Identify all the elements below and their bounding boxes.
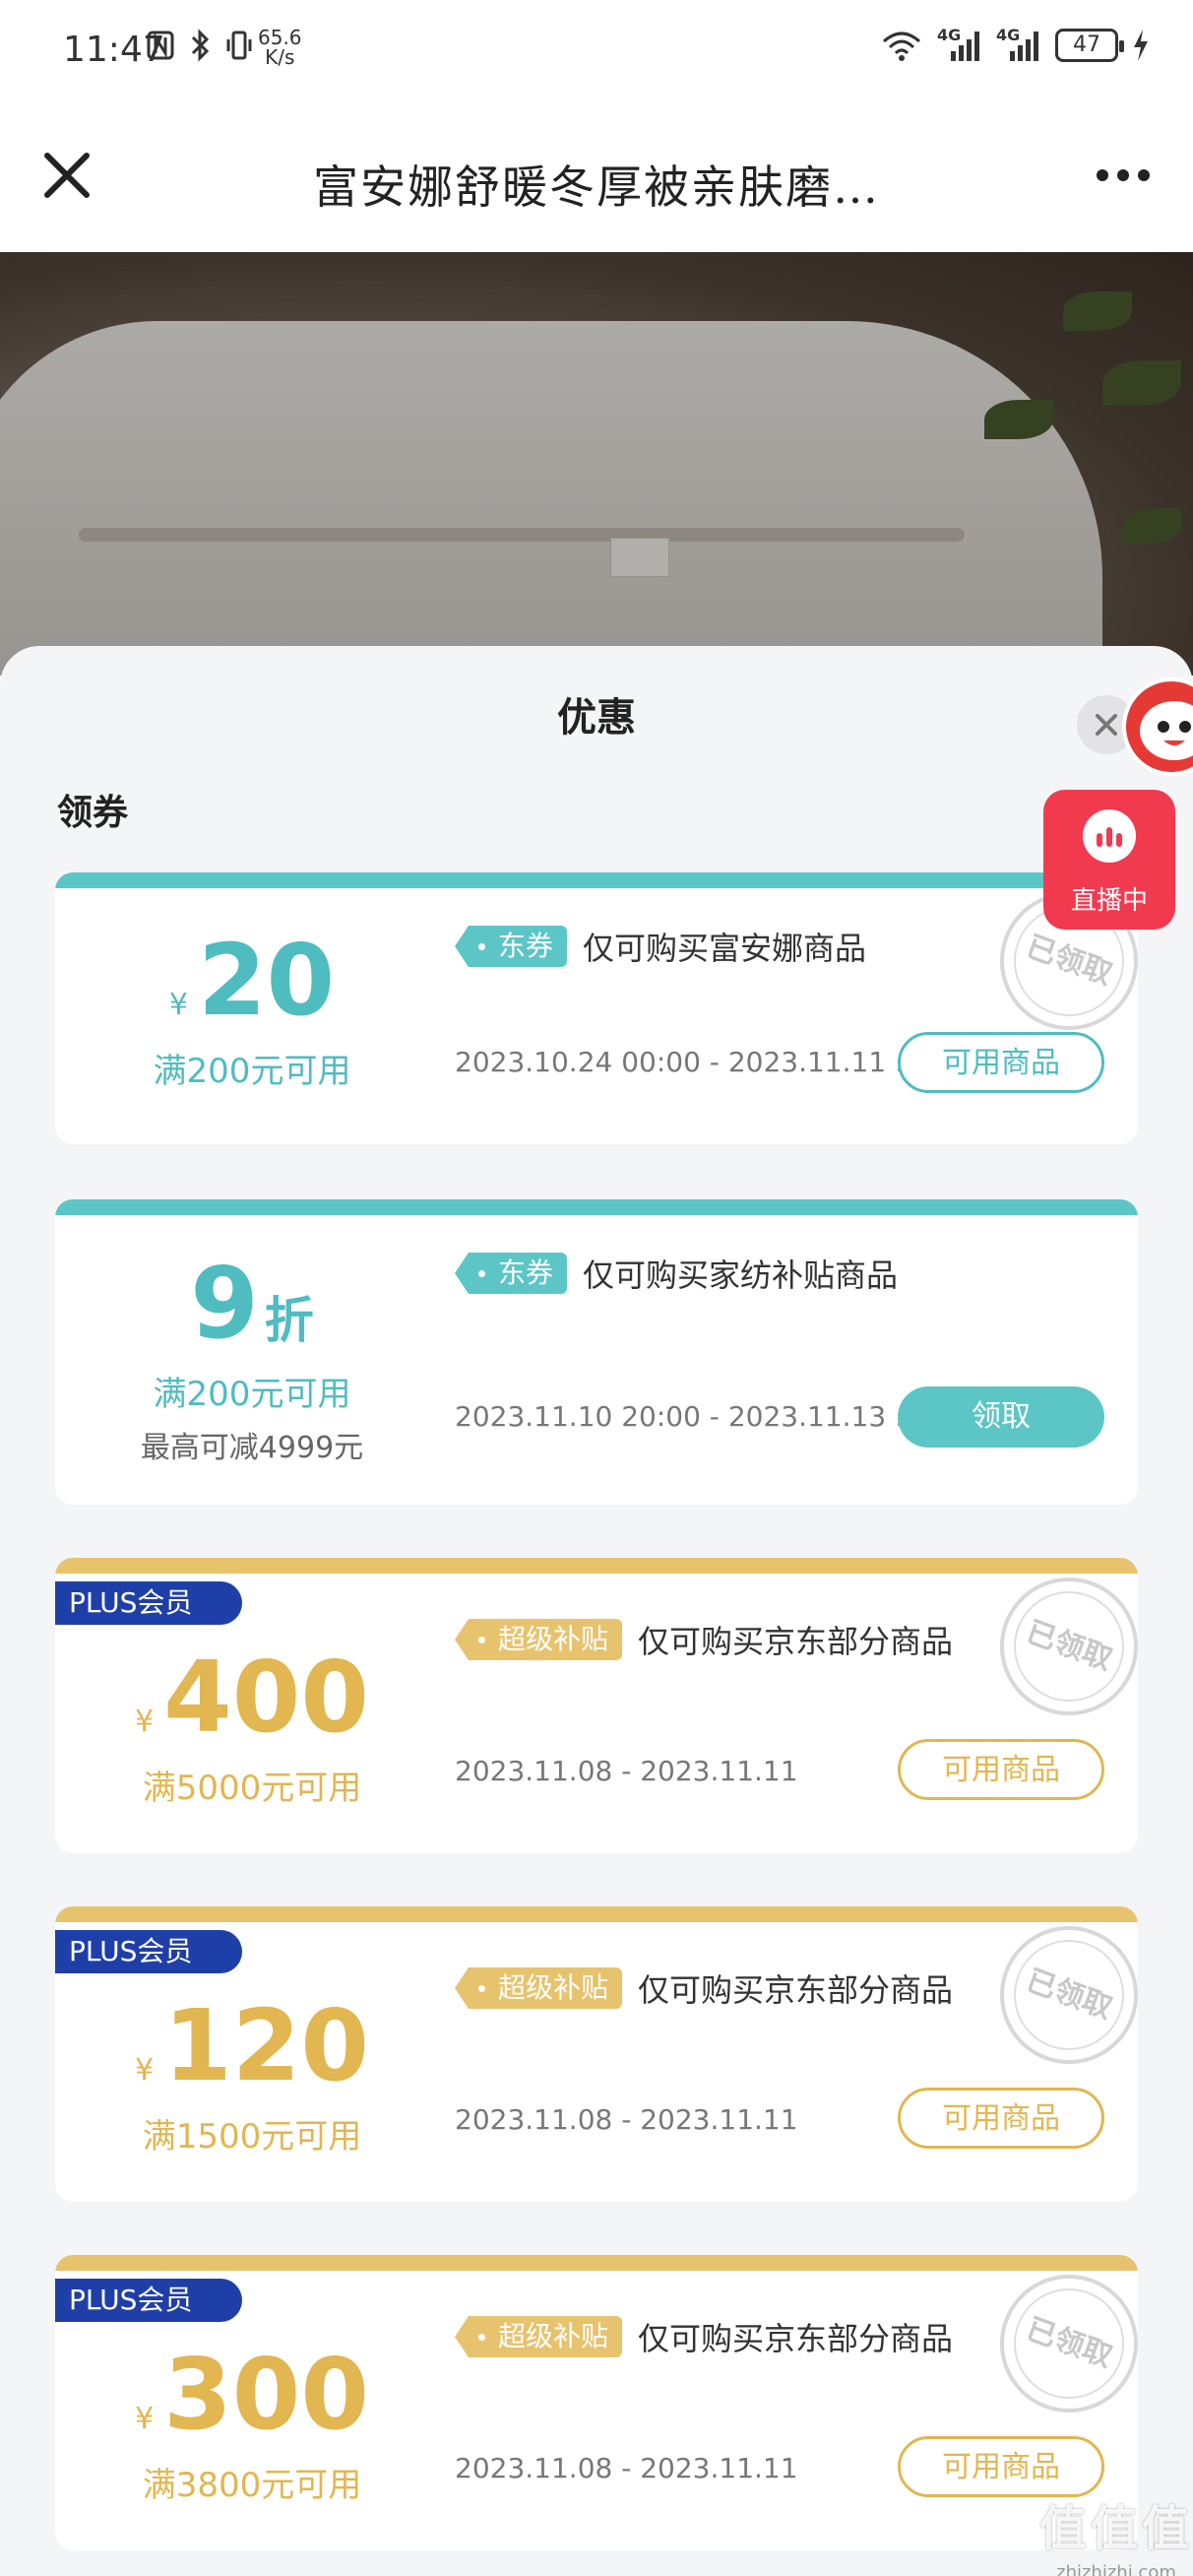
wifi-icon: [883, 32, 920, 61]
coupon-tag: 东券: [454, 1253, 568, 1294]
coupon-date: 2023.11.10 20:00 - 2023.11.13 23:59: [455, 1400, 927, 1433]
battery-icon: 47: [1055, 29, 1124, 62]
plus-member-badge: PLUS会员: [55, 2279, 242, 2322]
coupon-amount-area: ¥20 满200元可用: [55, 932, 449, 1092]
bluetooth-icon: [191, 29, 210, 62]
coupon-amount: 20: [197, 923, 336, 1038]
coupon-top-strip: [55, 1199, 1138, 1215]
live-streaming-button[interactable]: 直播中: [1043, 790, 1175, 930]
coupon-top-strip: [55, 872, 1138, 888]
coupon-card: PLUS会员 ¥120 满1500元可用 超级补贴 仅可购买京东部分商品 202…: [55, 1906, 1138, 2202]
coupon-tag: 东券: [454, 926, 568, 967]
coupon-threshold: 满3800元可用: [142, 2466, 362, 2505]
coupon-tag-row: 东券 仅可购买家纺补贴商品: [454, 1251, 899, 1296]
coupon-threshold: 满200元可用: [153, 1052, 351, 1091]
coupon-desc: 仅可购买京东部分商品: [638, 1971, 954, 2009]
nav-bar: 富安娜舒暖冬厚被亲肤磨…: [0, 98, 1193, 252]
currency-symbol: ¥: [168, 988, 188, 1022]
coupon-card: PLUS会员 ¥300 满3800元可用 超级补贴 仅可购买京东部分商品 202…: [55, 2255, 1138, 2550]
coupon-amount-area: ¥300 满3800元可用: [55, 2346, 449, 2506]
available-products-button[interactable]: 可用商品: [898, 2436, 1104, 2497]
coupon-amount: 400: [163, 1640, 369, 1755]
available-products-button[interactable]: 可用商品: [898, 1032, 1104, 1093]
watermark: 值值值 zhizhizhi.com: [1039, 2489, 1193, 2576]
charging-icon: [1134, 30, 1148, 61]
coupon-tag: 超级补贴: [454, 1619, 623, 1660]
coupon-date: 2023.11.08 - 2023.11.11: [455, 2452, 798, 2484]
signal-icon: 4G: [996, 26, 1041, 63]
net-speed: 65.6 K/s: [258, 28, 302, 67]
available-products-button[interactable]: 可用商品: [898, 2088, 1104, 2149]
coupon-amount: 120: [163, 1988, 369, 2103]
coupon-card: ¥20 满200元可用 东券 仅可购买富安娜商品 2023.10.24 00:0…: [55, 872, 1138, 1144]
coupon-card: 9折 满200元可用 最高可减4999元 东券 仅可购买家纺补贴商品 2023.…: [55, 1199, 1138, 1505]
coupon-threshold: 满5000元可用: [142, 1769, 362, 1808]
coupon-desc: 仅可购买富安娜商品: [583, 930, 867, 967]
product-image: [0, 252, 1193, 676]
live-icon: [1083, 809, 1136, 863]
coupon-desc: 仅可购买京东部分商品: [638, 1623, 954, 1660]
coupon-amount: 9: [190, 1246, 259, 1361]
live-label: 直播中: [1070, 886, 1148, 916]
coupon-tag: 超级补贴: [454, 2316, 623, 2357]
coupon-date: 2023.10.24 00:00 - 2023.11.11 23:59: [455, 1046, 927, 1078]
status-bar: 11:47 65.6 K/s 4G 4G 47: [0, 0, 1193, 98]
section-label: 领券: [57, 793, 129, 833]
coupon-amount-area: 9折 满200元可用 最高可减4999元: [55, 1255, 449, 1466]
coupon-sheet: 优惠 领券 ¥20 满200元可用 东券 仅可购买富安娜商品 2023.10.2…: [0, 646, 1193, 2576]
plus-member-badge: PLUS会员: [55, 1581, 242, 1625]
coupon-amount-area: ¥400 满5000元可用: [55, 1648, 449, 1809]
coupon-tag-row: 超级补贴 仅可购买京东部分商品: [454, 2314, 954, 2359]
claimed-stamp: 已领取: [980, 1906, 1138, 2084]
plus-member-badge: PLUS会员: [55, 1930, 242, 1973]
claimed-stamp: 已领取: [980, 1558, 1138, 1735]
coupon-card: PLUS会员 ¥400 满5000元可用 超级补贴 仅可购买京东部分商品 202…: [55, 1558, 1138, 1853]
coupon-desc: 仅可购买家纺补贴商品: [583, 1256, 899, 1294]
discount-unit: 折: [264, 1292, 314, 1349]
coupon-tag-row: 超级补贴 仅可购买京东部分商品: [454, 1965, 954, 2011]
coupon-threshold: 满200元可用: [153, 1375, 351, 1414]
nfc-icon: [147, 31, 174, 60]
coupon-date: 2023.11.08 - 2023.11.11: [455, 1755, 798, 1787]
coupon-top-strip: [55, 2255, 1138, 2271]
dim-overlay[interactable]: [0, 252, 1193, 676]
signal-icon: 4G: [937, 26, 982, 63]
watermark-logo: 值值值: [1039, 2501, 1193, 2556]
net-speed-unit: K/s: [265, 45, 295, 69]
coupon-max-reduce: 最高可减4999元: [140, 1431, 364, 1465]
coupon-date: 2023.11.08 - 2023.11.11: [455, 2103, 798, 2136]
coupon-tag-row: 东券 仅可购买富安娜商品: [454, 924, 867, 969]
watermark-url: zhizhizhi.com: [1056, 2562, 1176, 2576]
claimed-stamp: 已领取: [980, 2255, 1138, 2432]
currency-symbol: ¥: [135, 2053, 155, 2088]
coupon-threshold: 满1500元可用: [142, 2117, 362, 2157]
currency-symbol: ¥: [135, 2402, 155, 2436]
more-icon[interactable]: [1097, 169, 1150, 181]
coupon-top-strip: [55, 1558, 1138, 1574]
vibrate-icon: [226, 31, 252, 60]
page-title: 富安娜舒暖冬厚被亲肤磨…: [313, 161, 880, 214]
close-icon[interactable]: [37, 146, 96, 205]
coupon-desc: 仅可购买京东部分商品: [638, 2320, 954, 2357]
coupon-top-strip: [55, 1906, 1138, 1922]
available-products-button[interactable]: 可用商品: [898, 1739, 1104, 1800]
coupon-tag-row: 超级补贴 仅可购买京东部分商品: [454, 1617, 954, 1662]
currency-symbol: ¥: [135, 1705, 155, 1739]
coupon-tag: 超级补贴: [454, 1967, 623, 2009]
net-speed-value: 65.6: [258, 26, 302, 49]
coupon-amount: 300: [163, 2337, 369, 2452]
sheet-title: 优惠: [557, 695, 636, 741]
claim-button[interactable]: 领取: [898, 1386, 1104, 1448]
status-left-icons: [146, 28, 254, 63]
coupon-amount-area: ¥120 满1500元可用: [55, 1997, 449, 2157]
status-right-icons: 4G 4G 47: [880, 26, 1150, 63]
